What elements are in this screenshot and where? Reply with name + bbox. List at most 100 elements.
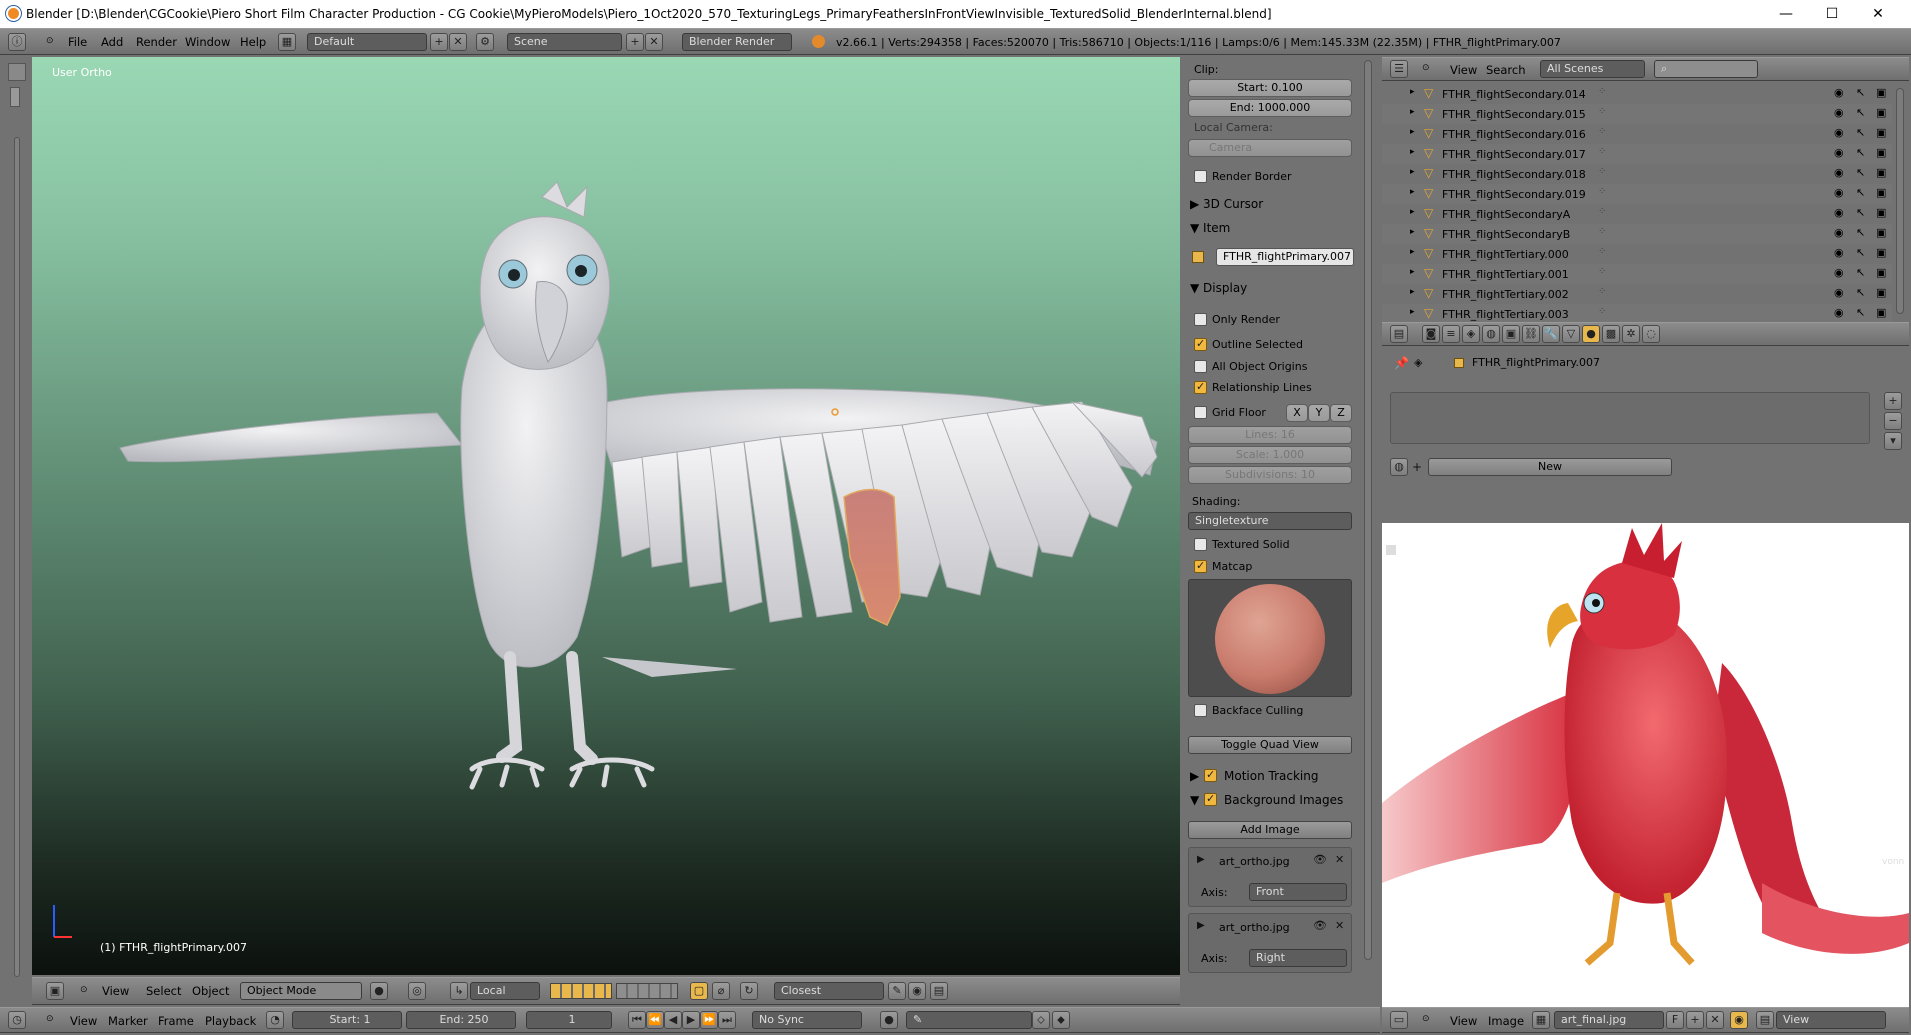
orientation-selector[interactable]: Local bbox=[470, 982, 540, 1000]
snap-element-icon[interactable]: ↻ bbox=[740, 982, 758, 1000]
collapse-menu-icon[interactable]: ⊙ bbox=[1422, 63, 1430, 73]
material-slot-list[interactable] bbox=[1390, 392, 1870, 444]
relationship-lines-checkbox[interactable] bbox=[1194, 380, 1207, 394]
jump-start-icon[interactable]: ⏮ bbox=[628, 1011, 646, 1029]
cursor-select-icon[interactable]: ↖ bbox=[1856, 106, 1865, 119]
only-render-checkbox[interactable] bbox=[1194, 313, 1207, 326]
constraints-tab-icon[interactable]: ⛓ bbox=[1522, 325, 1540, 343]
image-editor-icon[interactable]: ▭ bbox=[1390, 1011, 1408, 1029]
collapse-menu-icon[interactable]: ⊙ bbox=[80, 985, 88, 995]
tool-shelf-strip[interactable] bbox=[0, 57, 32, 977]
editor-type-icon[interactable]: ⓘ bbox=[8, 33, 26, 51]
insert-keyframe-icon[interactable]: ⬦ bbox=[1032, 1011, 1050, 1029]
scene-tab-icon[interactable]: ◈ bbox=[1462, 325, 1480, 343]
eye-icon[interactable]: ◉ bbox=[1834, 106, 1844, 119]
camera-render-icon[interactable]: ▣ bbox=[1876, 206, 1886, 219]
slot-menu-icon[interactable]: ▾ bbox=[1884, 432, 1902, 450]
toggle-quad-view-button[interactable]: Toggle Quad View bbox=[1188, 736, 1352, 754]
menu-image[interactable]: Image bbox=[1488, 1014, 1524, 1028]
grid-lines-field[interactable]: Lines: 16 bbox=[1188, 426, 1352, 444]
expand-icon[interactable]: ▶ bbox=[1197, 920, 1205, 931]
expand-icon[interactable]: ▸ bbox=[1410, 187, 1415, 197]
camera-render-icon[interactable]: ▣ bbox=[1876, 166, 1886, 179]
jump-end-icon[interactable]: ⏭ bbox=[718, 1011, 736, 1029]
cursor-select-icon[interactable]: ↖ bbox=[1856, 206, 1865, 219]
texture-tab-icon[interactable]: ▩ bbox=[1602, 325, 1620, 343]
outliner-row[interactable]: ▸ ▽ FTHR_flightTertiary.000 ⁘ ◉ ↖ ▣ bbox=[1382, 244, 1892, 264]
image-mode-selector[interactable]: View bbox=[1776, 1011, 1886, 1029]
grid-subdivisions-field[interactable]: Subdivisions: 10 bbox=[1188, 466, 1352, 484]
outliner-row[interactable]: ▸ ▽ FTHR_flightSecondary.015 ⁘ ◉ ↖ ▣ bbox=[1382, 104, 1892, 124]
new-material-plus-icon[interactable]: + bbox=[1412, 460, 1422, 474]
image-browse-icon[interactable]: ▦ bbox=[1532, 1011, 1550, 1029]
view3d-editor-icon[interactable]: ▣ bbox=[46, 982, 64, 1000]
menu-file[interactable]: File bbox=[68, 35, 87, 49]
keying-set-field[interactable]: ✎ bbox=[906, 1011, 1032, 1029]
eye-icon[interactable]: ◉ bbox=[1834, 166, 1844, 179]
bg-image-1-axis-selector[interactable]: Front bbox=[1249, 883, 1347, 901]
clip-start-field[interactable]: Start: 0.100 bbox=[1188, 79, 1352, 97]
backface-culling-checkbox[interactable] bbox=[1194, 704, 1207, 717]
collapse-menu-icon[interactable]: ⊙ bbox=[1422, 1014, 1430, 1024]
current-frame-field[interactable]: 1 bbox=[526, 1011, 612, 1029]
camera-render-icon[interactable]: ▣ bbox=[1876, 186, 1886, 199]
background-images-checkbox[interactable] bbox=[1204, 792, 1217, 806]
outliner-row[interactable]: ▸ ▽ FTHR_flightTertiary.002 ⁘ ◉ ↖ ▣ bbox=[1382, 284, 1892, 304]
eye-icon[interactable]: 👁 bbox=[1313, 853, 1327, 866]
close-icon[interactable]: ✕ bbox=[1335, 853, 1344, 866]
eye-icon[interactable]: ◉ bbox=[1834, 146, 1844, 159]
outliner-row[interactable]: ▸ ▽ FTHR_flightSecondary.018 ⁘ ◉ ↖ ▣ bbox=[1382, 164, 1892, 184]
render-preview-icon[interactable]: ◉ bbox=[908, 982, 926, 1000]
remove-layout-icon[interactable]: ✕ bbox=[449, 33, 467, 51]
unlink-image-icon[interactable]: ✕ bbox=[1706, 1011, 1724, 1029]
close-window-button[interactable]: ✕ bbox=[1855, 0, 1901, 28]
snap-target-selector[interactable]: Closest bbox=[774, 982, 884, 1000]
add-layout-icon[interactable]: + bbox=[430, 33, 448, 51]
eye-icon[interactable]: ◉ bbox=[1834, 306, 1844, 319]
outliner-row[interactable]: ▸ ▽ FTHR_flightTertiary.001 ⁘ ◉ ↖ ▣ bbox=[1382, 264, 1892, 284]
remove-scene-icon[interactable]: ✕ bbox=[645, 33, 663, 51]
new-image-icon[interactable]: + bbox=[1686, 1011, 1704, 1029]
cursor-select-icon[interactable]: ↖ bbox=[1856, 86, 1865, 99]
outliner-row[interactable]: ▸ ▽ FTHR_flightSecondary.019 ⁘ ◉ ↖ ▣ bbox=[1382, 184, 1892, 204]
data-tab-icon[interactable]: ▽ bbox=[1562, 325, 1580, 343]
material-tab-icon[interactable]: ● bbox=[1582, 325, 1600, 343]
camera-render-icon[interactable]: ▣ bbox=[1876, 106, 1886, 119]
use-preview-range-icon[interactable]: ◔ bbox=[266, 1011, 284, 1029]
render-border-checkbox[interactable] bbox=[1194, 170, 1207, 183]
fake-user-toggle[interactable]: F bbox=[1666, 1011, 1684, 1029]
cursor-select-icon[interactable]: ↖ bbox=[1856, 266, 1865, 279]
axis-y-toggle[interactable]: Y bbox=[1308, 404, 1330, 422]
proportional-edit-icon[interactable]: ✎ bbox=[888, 982, 906, 1000]
menu-select[interactable]: Select bbox=[146, 984, 181, 998]
camera-render-icon[interactable]: ▣ bbox=[1876, 246, 1886, 259]
outliner-row[interactable]: ▸ ▽ FTHR_flightSecondaryA ⁘ ◉ ↖ ▣ bbox=[1382, 204, 1892, 224]
properties-editor-icon[interactable]: ▤ bbox=[1390, 325, 1408, 343]
item-name-field[interactable]: FTHR_flightPrimary.007 bbox=[1216, 248, 1354, 266]
menu-view[interactable]: View bbox=[102, 984, 129, 998]
menu-help[interactable]: Help bbox=[240, 35, 266, 49]
expand-icon[interactable]: ▸ bbox=[1410, 167, 1415, 177]
mode-icon[interactable]: ▤ bbox=[1756, 1011, 1774, 1029]
outliner-row[interactable]: ▸ ▽ FTHR_flightSecondary.017 ⁘ ◉ ↖ ▣ bbox=[1382, 144, 1892, 164]
eye-icon[interactable]: 👁 bbox=[1313, 919, 1327, 932]
camera-render-icon[interactable]: ▣ bbox=[1876, 146, 1886, 159]
textured-solid-checkbox[interactable] bbox=[1194, 538, 1207, 551]
bg-image-2-axis-selector[interactable]: Right bbox=[1249, 949, 1347, 967]
menu-add[interactable]: Add bbox=[101, 35, 123, 49]
pin-icon[interactable]: 📌 bbox=[1394, 356, 1409, 370]
scene-selector[interactable]: Scene bbox=[507, 33, 622, 51]
eye-icon[interactable]: ◉ bbox=[1834, 126, 1844, 139]
axis-x-toggle[interactable]: X bbox=[1286, 404, 1308, 422]
close-icon[interactable]: ✕ bbox=[1335, 919, 1344, 932]
layers-tab-icon[interactable]: ≡ bbox=[1442, 325, 1460, 343]
npanel-scrollbar[interactable] bbox=[1364, 60, 1372, 960]
shelf-scrollbar[interactable] bbox=[14, 137, 20, 977]
mode-selector[interactable]: Object Mode bbox=[240, 982, 362, 1000]
snap-toggle-icon[interactable]: ⌀ bbox=[712, 982, 730, 1000]
eye-icon[interactable]: ◉ bbox=[1834, 186, 1844, 199]
camera-render-icon[interactable]: ▣ bbox=[1876, 266, 1886, 279]
material-browse-icon[interactable]: ◍ bbox=[1390, 458, 1408, 476]
camera-field[interactable]: Camera bbox=[1188, 139, 1352, 157]
item-section[interactable]: ▼ Item bbox=[1190, 221, 1230, 235]
